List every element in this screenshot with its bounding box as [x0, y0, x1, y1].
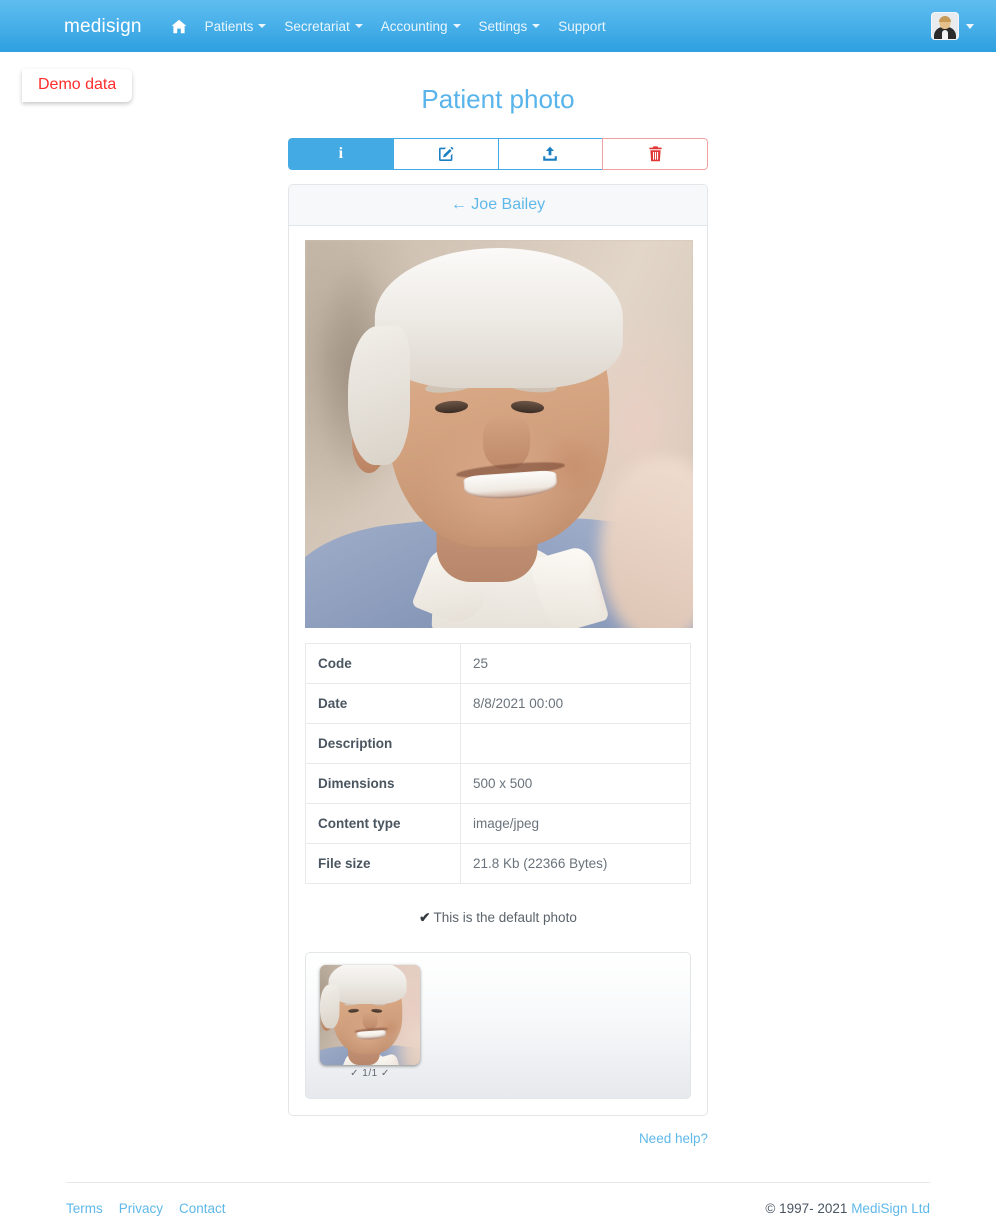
- check-icon: ✔: [419, 910, 431, 926]
- nav-item-accounting[interactable]: Accounting: [372, 13, 470, 40]
- card-header: ← Joe Bailey: [289, 185, 707, 227]
- need-help-row: Need help?: [288, 1130, 708, 1148]
- footer-links: Terms Privacy Contact: [66, 1201, 226, 1216]
- brand-logo[interactable]: medisign: [64, 17, 142, 36]
- table-row: Description: [305, 723, 691, 764]
- table-cell-value: image/jpeg: [460, 803, 691, 844]
- photo-thumbnail[interactable]: [320, 965, 420, 1066]
- nav-item-support[interactable]: Support: [549, 13, 614, 40]
- patient-photo[interactable]: [305, 240, 693, 629]
- chevron-down-icon: [532, 24, 541, 28]
- upload-icon: [542, 146, 558, 162]
- nav-item-secretariat[interactable]: Secretariat: [275, 13, 371, 40]
- demo-data-badge: Demo data: [22, 69, 133, 103]
- avatar[interactable]: [931, 12, 959, 40]
- pencil-square-icon: [438, 146, 454, 162]
- nav-item-home[interactable]: [162, 13, 196, 40]
- chevron-down-icon: [258, 24, 267, 28]
- table-row: File size 21.8 Kb (22366 Bytes): [305, 843, 691, 884]
- nav-item-settings[interactable]: Settings: [470, 13, 550, 40]
- default-photo-note: ✔ This is the default photo: [305, 910, 691, 926]
- nav-item-patients[interactable]: Patients: [196, 13, 276, 40]
- table-cell-value: 500 x 500: [460, 763, 691, 804]
- photo-action-toolbar: i: [288, 138, 708, 171]
- need-help-link[interactable]: Need help?: [639, 1131, 708, 1146]
- table-cell-value: 25: [473, 656, 489, 672]
- table-cell-key: Code: [305, 643, 461, 684]
- copyright: © 1997- 2021 MediSign Ltd: [765, 1201, 930, 1216]
- nav-item-label: Support: [558, 18, 606, 34]
- default-photo-label: This is the default photo: [433, 910, 577, 926]
- delete-button[interactable]: [602, 138, 708, 171]
- footer-link-contact[interactable]: Contact: [179, 1201, 226, 1216]
- table-row: Code 25: [305, 643, 691, 684]
- photo-card: ← Joe Bailey Code 25 Date 8/8/2021 00:00…: [288, 184, 708, 1117]
- copyright-text: © 1997- 2021: [765, 1201, 852, 1216]
- nav-links: Patients Secretariat Accounting Settings…: [162, 13, 615, 40]
- table-cell-key: Date: [305, 683, 461, 724]
- photo-gallery-panel: ✓ 1/1 ✓: [305, 952, 691, 1100]
- table-cell-value: 8/8/2021 00:00: [460, 683, 691, 724]
- footer-link-terms[interactable]: Terms: [66, 1201, 103, 1216]
- table-cell-key: File size: [305, 843, 461, 884]
- chevron-down-icon: [452, 24, 461, 28]
- nav-item-label: Secretariat: [284, 18, 350, 34]
- upload-button[interactable]: [497, 138, 603, 171]
- table-cell-key: Description: [305, 723, 461, 764]
- table-row: Dimensions 500 x 500: [305, 763, 691, 804]
- company-link[interactable]: MediSign Ltd: [851, 1201, 930, 1216]
- user-menu[interactable]: [931, 12, 974, 40]
- info-icon: i: [338, 145, 344, 163]
- edit-button[interactable]: [392, 138, 498, 171]
- back-to-patient-link[interactable]: ← Joe Bailey: [451, 196, 545, 213]
- chevron-down-icon: [354, 24, 363, 28]
- table-row: Date 8/8/2021 00:00: [305, 683, 691, 724]
- chevron-down-icon[interactable]: [966, 23, 974, 29]
- content-wrapper: i ← Joe Bailey Code 25 Date 8/8/2021 00:…: [288, 138, 708, 1117]
- table-row: Content type image/jpeg: [305, 803, 691, 844]
- page-title: Patient photo: [421, 84, 575, 114]
- nav-item-label: Settings: [478, 18, 528, 34]
- footer-link-privacy[interactable]: Privacy: [119, 1201, 163, 1216]
- photo-info-table: Code 25 Date 8/8/2021 00:00 Description: [305, 643, 691, 885]
- trash-icon: [648, 146, 663, 162]
- nav-item-label: Accounting: [380, 18, 448, 34]
- gallery-counter[interactable]: ✓ 1/1 ✓: [320, 1068, 420, 1079]
- page-footer: Terms Privacy Contact © 1997- 2021 MediS…: [0, 1182, 996, 1216]
- nav-item-label: Patients: [204, 18, 254, 34]
- main-navbar: medisign Patients Secretariat Accounting…: [0, 0, 996, 52]
- table-cell-value: [460, 723, 691, 764]
- page-content: Patient photo i ← Joe Bailey Code 25 Dat…: [0, 84, 996, 1216]
- table-cell-value: 21.8 Kb (22366 Bytes): [460, 843, 691, 884]
- info-button[interactable]: i: [288, 138, 393, 171]
- home-icon: [171, 19, 187, 34]
- table-cell-key: Dimensions: [305, 763, 461, 804]
- card-body: Code 25 Date 8/8/2021 00:00 Description: [289, 226, 707, 1115]
- table-cell-key: Content type: [305, 803, 461, 844]
